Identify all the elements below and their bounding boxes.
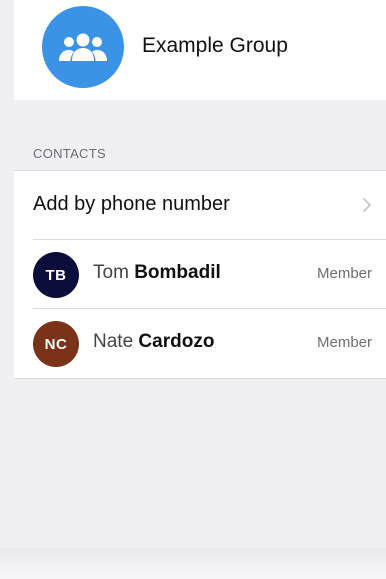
section-title: CONTACTS — [33, 146, 106, 161]
group-name: Example Group — [142, 34, 288, 57]
contact-row[interactable]: NC Nate Cardozo Member — [14, 309, 386, 377]
add-by-phone-label: Add by phone number — [33, 193, 230, 215]
group-avatar[interactable] — [42, 6, 124, 88]
group-people-icon — [59, 33, 107, 61]
chevron-right-icon — [363, 198, 371, 212]
contact-last-name: Cardozo — [138, 331, 215, 352]
add-by-phone-row[interactable]: Add by phone number — [14, 171, 386, 239]
contact-first-name: Tom — [93, 262, 129, 283]
contact-name: Tom Bombadil — [93, 262, 221, 284]
bottom-edge — [0, 548, 386, 579]
contact-name: Nate Cardozo — [93, 331, 214, 353]
contact-row[interactable]: TB Tom Bombadil Member — [14, 240, 386, 308]
group-header: Example Group — [14, 0, 386, 100]
member-role-label: Member — [316, 334, 372, 351]
contact-first-name: Nate — [93, 331, 134, 352]
contacts-list: Add by phone number TB Tom Bombadil Memb… — [14, 170, 386, 379]
contact-last-name: Bombadil — [134, 262, 221, 283]
avatar: TB — [33, 252, 79, 298]
group-details-screen: Example Group CONTACTS Add by phone numb… — [0, 0, 386, 579]
avatar: NC — [33, 321, 79, 367]
contacts-section-header: CONTACTS — [14, 136, 386, 170]
member-role-label: Member — [316, 265, 372, 282]
